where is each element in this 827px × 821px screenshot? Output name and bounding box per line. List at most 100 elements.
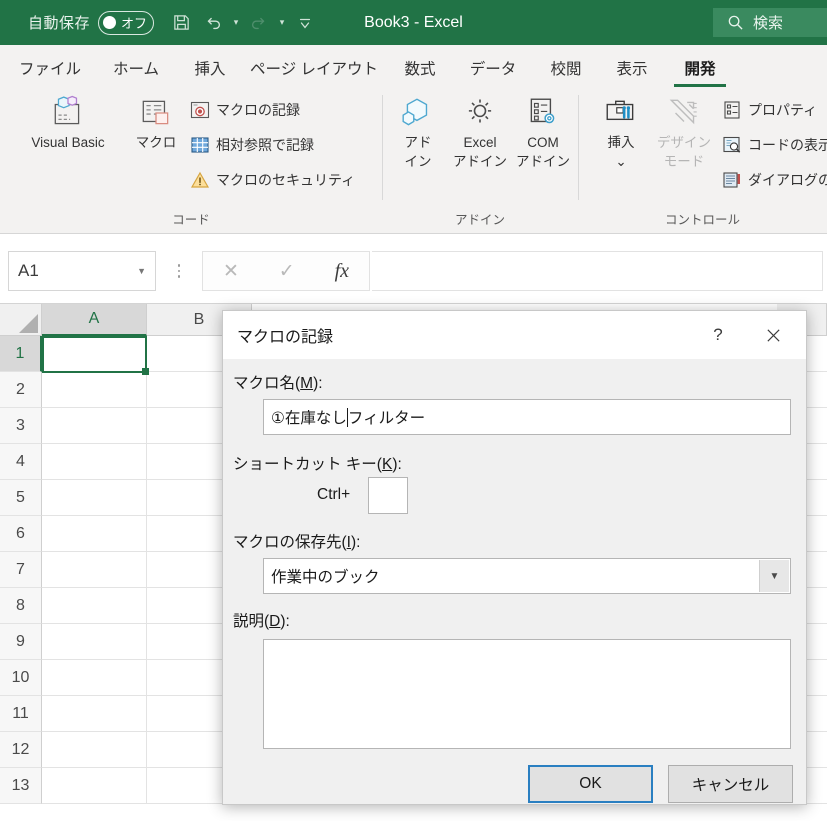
ribbon-button-label: マクロの記録 bbox=[216, 100, 300, 120]
row-header[interactable]: 1 bbox=[0, 336, 42, 372]
chevron-down-icon[interactable]: ▼ bbox=[137, 266, 146, 276]
grid-cell[interactable] bbox=[42, 480, 147, 516]
select-all-corner[interactable] bbox=[0, 304, 42, 336]
row-header[interactable]: 11 bbox=[0, 696, 42, 732]
autosave-toggle[interactable]: オフ bbox=[98, 11, 154, 35]
grid-cell[interactable] bbox=[42, 408, 147, 444]
tab-8[interactable]: 開発 bbox=[674, 57, 726, 87]
undo-chevron-down-icon[interactable]: ▾ bbox=[230, 17, 242, 28]
row-header[interactable]: 7 bbox=[0, 552, 42, 588]
column-header[interactable]: A bbox=[42, 304, 147, 336]
customize-qat-icon[interactable] bbox=[290, 8, 320, 38]
ribbon-button-properties[interactable]: プロパティ bbox=[722, 100, 817, 120]
close-icon[interactable] bbox=[754, 321, 792, 349]
grid-cell[interactable] bbox=[42, 624, 147, 660]
grid-cell[interactable] bbox=[42, 372, 147, 408]
ribbon-group-separator bbox=[578, 95, 579, 200]
row-header[interactable]: 3 bbox=[0, 408, 42, 444]
ribbon-button-com-add-ins[interactable]: COMアドイン bbox=[508, 95, 578, 169]
cancel-button-label: キャンセル bbox=[692, 773, 770, 795]
ribbon-button-relative-reference[interactable]: 相対参照で記録 bbox=[190, 135, 314, 155]
grid-cell[interactable] bbox=[42, 660, 147, 696]
grid-cell[interactable] bbox=[42, 444, 147, 480]
row-header[interactable]: 8 bbox=[0, 588, 42, 624]
insert-function-icon[interactable]: fx bbox=[335, 260, 349, 283]
row-header[interactable]: 6 bbox=[0, 516, 42, 552]
tab-label: 数式 bbox=[404, 61, 435, 78]
row-header[interactable]: 13 bbox=[0, 768, 42, 804]
ribbon-button-macro-security[interactable]: マクロのセキュリティ bbox=[190, 170, 355, 190]
row-header[interactable]: 4 bbox=[0, 444, 42, 480]
cancel-icon[interactable]: ✕ bbox=[223, 260, 239, 283]
design-mode-icon bbox=[666, 95, 702, 131]
macro-security-icon bbox=[190, 170, 210, 190]
grid-cell[interactable] bbox=[42, 732, 147, 768]
macro-name-value-before-caret: ①在庫なし bbox=[271, 406, 347, 428]
chevron-down-icon[interactable]: ▼ bbox=[759, 560, 789, 592]
ribbon-tabs: ファイルホーム挿入ページ レイアウト 数式 データ 校閲 表示開発 bbox=[0, 45, 827, 87]
tab-1[interactable]: ホーム bbox=[104, 57, 168, 87]
tab-4[interactable]: 数式 bbox=[396, 57, 444, 87]
ribbon-button-run-dialog[interactable]: ダイアログの bbox=[722, 170, 827, 190]
ok-button[interactable]: OK bbox=[528, 765, 653, 803]
tab-5[interactable]: データ bbox=[462, 57, 524, 87]
macro-name-label-key: M bbox=[300, 375, 313, 392]
name-box[interactable]: A1 ▼ bbox=[8, 251, 156, 291]
store-macro-label: マクロの保存先(I): bbox=[233, 530, 360, 552]
grid-cell[interactable] bbox=[42, 516, 147, 552]
save-icon[interactable] bbox=[166, 8, 196, 38]
formula-input[interactable] bbox=[372, 251, 823, 291]
grid-cell[interactable] bbox=[42, 768, 147, 804]
grid-cell[interactable] bbox=[42, 552, 147, 588]
tab-2[interactable]: 挿入 bbox=[186, 57, 234, 87]
grid-cell[interactable] bbox=[42, 696, 147, 732]
store-macro-select[interactable]: 作業中のブック ▼ bbox=[263, 558, 791, 594]
redo-icon[interactable] bbox=[244, 8, 274, 38]
tab-6[interactable]: 校閲 bbox=[542, 57, 590, 87]
add-ins-icon bbox=[400, 95, 436, 131]
quick-access-toolbar: ▾ ▾ bbox=[166, 8, 320, 38]
ribbon-button-visual-basic[interactable]: Visual Basic bbox=[16, 95, 120, 150]
macro-name-input[interactable]: ①在庫なしフィルター bbox=[263, 399, 791, 435]
enter-icon[interactable]: ✓ bbox=[279, 260, 295, 283]
undo-icon[interactable] bbox=[198, 8, 228, 38]
ribbon-button-label: コードの表示 bbox=[748, 135, 827, 155]
row-header[interactable]: 9 bbox=[0, 624, 42, 660]
tab-3[interactable]: ページ レイアウト bbox=[250, 57, 378, 87]
ribbon-button-label: Visual Basic bbox=[31, 135, 104, 150]
excel-add-ins-icon bbox=[462, 95, 498, 131]
description-textarea[interactable] bbox=[263, 639, 791, 749]
ribbon-button-label: プロパティ bbox=[748, 100, 817, 120]
row-header[interactable]: 12 bbox=[0, 732, 42, 768]
row-header-label: 6 bbox=[16, 525, 25, 543]
row-header[interactable]: 2 bbox=[0, 372, 42, 408]
search-input[interactable]: 検索 bbox=[713, 8, 827, 37]
dialog-title-bar: マクロの記録 ? bbox=[223, 311, 806, 359]
ribbon-button-view-code[interactable]: コードの表示 bbox=[722, 135, 827, 155]
tab-label: 校閲 bbox=[550, 61, 581, 78]
row-header[interactable]: 10 bbox=[0, 660, 42, 696]
tab-label: ページ レイアウト bbox=[250, 61, 378, 78]
ribbon-button-macro[interactable]: マクロ bbox=[126, 95, 186, 150]
help-icon[interactable]: ? bbox=[700, 321, 736, 349]
row-header[interactable]: 5 bbox=[0, 480, 42, 516]
tab-7[interactable]: 表示 bbox=[608, 57, 656, 87]
grid-cell[interactable] bbox=[42, 588, 147, 624]
ribbon-button-insert-control[interactable]: 挿入⌄ bbox=[590, 95, 652, 169]
redo-chevron-down-icon[interactable]: ▾ bbox=[276, 17, 288, 28]
ribbon-button-add-ins[interactable]: アドイン bbox=[388, 95, 448, 169]
ribbon-button-label: マクロのセキュリティ bbox=[216, 170, 355, 190]
record-macro-dialog: マクロの記録 ? マクロ名(M): ①在庫なしフィルター ショートカット キー(… bbox=[222, 310, 807, 805]
description-label-key: D bbox=[269, 613, 280, 630]
formula-bar-handle[interactable] bbox=[175, 258, 183, 284]
ribbon: コードVisual Basicマクロマクロの記録相対参照で記録マクロのセキュリテ… bbox=[0, 87, 827, 234]
ribbon-button-excel-add-ins[interactable]: Excelアドイン bbox=[444, 95, 516, 169]
grid-cell[interactable] bbox=[42, 336, 147, 372]
cancel-button[interactable]: キャンセル bbox=[668, 765, 793, 803]
row-header-label: 12 bbox=[12, 741, 30, 759]
ribbon-button-record-macro[interactable]: マクロの記録 bbox=[190, 100, 300, 120]
ribbon-button-label-line2: イン bbox=[405, 154, 432, 169]
tab-0[interactable]: ファイル bbox=[14, 57, 86, 87]
row-header-label: 13 bbox=[12, 777, 30, 795]
shortcut-key-input[interactable] bbox=[368, 477, 408, 514]
